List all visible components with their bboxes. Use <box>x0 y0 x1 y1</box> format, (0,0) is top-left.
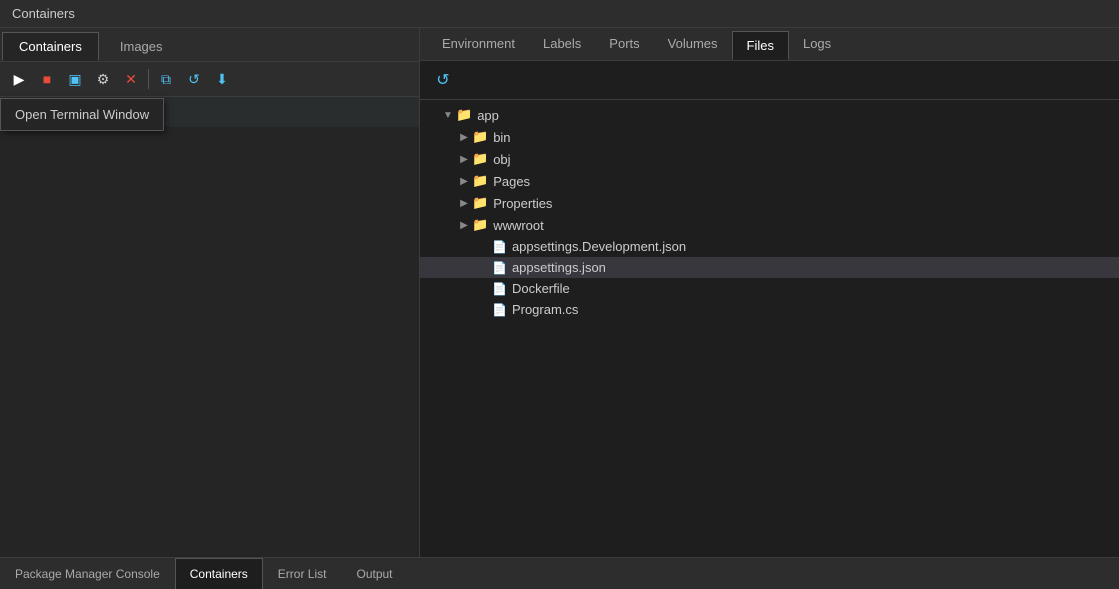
tree-item-wwwroot[interactable]: ▶ 📁 wwwroot <box>420 214 1119 236</box>
tree-item-obj[interactable]: ▶ 📁 obj <box>420 148 1119 170</box>
label-properties: Properties <box>493 196 552 211</box>
tooltip-popup: Open Terminal Window <box>0 98 164 131</box>
folder-icon-pages: 📁 <box>472 173 488 189</box>
arrow-bin: ▶ <box>456 132 472 143</box>
label-app: app <box>477 108 499 123</box>
folder-icon-bin: 📁 <box>472 129 488 145</box>
tree-item-dockerfile[interactable]: 📄 Dockerfile <box>420 278 1119 299</box>
title-bar: Containers <box>0 0 1119 28</box>
pull-button[interactable]: ⬇ <box>209 66 235 92</box>
file-tree: ▼ 📁 app ▶ 📁 bin ▶ 📁 obj <box>420 100 1119 557</box>
tab-ports[interactable]: Ports <box>595 30 653 59</box>
file-icon-dockerfile: 📄 <box>492 282 507 296</box>
label-programcs: Program.cs <box>512 302 578 317</box>
tree-item-bin[interactable]: ▶ 📁 bin <box>420 126 1119 148</box>
tree-item-app[interactable]: ▼ 📁 app <box>420 104 1119 126</box>
tooltip-text: Open Terminal Window <box>15 107 149 122</box>
bottom-tab-output[interactable]: Output <box>341 558 407 589</box>
arrow-properties: ▶ <box>456 198 472 209</box>
refresh-container-button[interactable]: ↺ <box>181 66 207 92</box>
file-icon-appsettings-dev: 📄 <box>492 240 507 254</box>
right-panel: Environment Labels Ports Volumes Files L… <box>420 28 1119 557</box>
arrow-wwwroot: ▶ <box>456 220 472 231</box>
tab-images[interactable]: Images <box>103 32 180 61</box>
tree-item-pages[interactable]: ▶ 📁 Pages <box>420 170 1119 192</box>
tree-item-appsettings-dev[interactable]: 📄 appsettings.Development.json <box>420 236 1119 257</box>
tab-containers[interactable]: Containers <box>2 32 99 61</box>
label-dockerfile: Dockerfile <box>512 281 570 296</box>
label-obj: obj <box>493 152 510 167</box>
arrow-pages: ▶ <box>456 176 472 187</box>
label-pages: Pages <box>493 174 530 189</box>
left-tab-bar: Containers Images <box>0 28 419 62</box>
folder-icon-wwwroot: 📁 <box>472 217 488 233</box>
file-icon-appsettings: 📄 <box>492 261 507 275</box>
left-panel: Containers Images ▶ ■ ▣ ⚙ ✕ ⧉ ↺ ⬇ Open T… <box>0 28 420 557</box>
tab-files[interactable]: Files <box>732 31 789 60</box>
copy-button[interactable]: ⧉ <box>153 66 179 92</box>
tab-environment[interactable]: Environment <box>428 30 529 59</box>
bottom-tab-bar: Package Manager Console Containers Error… <box>0 557 1119 589</box>
label-bin: bin <box>493 130 510 145</box>
bottom-tab-error-list[interactable]: Error List <box>263 558 342 589</box>
tab-volumes[interactable]: Volumes <box>654 30 732 59</box>
toolbar-separator <box>148 69 149 89</box>
bottom-tab-package-manager[interactable]: Package Manager Console <box>0 558 175 589</box>
folder-icon-obj: 📁 <box>472 151 488 167</box>
tree-item-programcs[interactable]: 📄 Program.cs <box>420 299 1119 320</box>
left-toolbar: ▶ ■ ▣ ⚙ ✕ ⧉ ↺ ⬇ <box>0 62 419 97</box>
folder-icon-app: 📁 <box>456 107 472 123</box>
bottom-tab-containers[interactable]: Containers <box>175 558 263 589</box>
label-wwwroot: wwwroot <box>493 218 544 233</box>
arrow-obj: ▶ <box>456 154 472 165</box>
app-container: Containers Containers Images ▶ ■ ▣ ⚙ ✕ ⧉… <box>0 0 1119 589</box>
tab-labels[interactable]: Labels <box>529 30 595 59</box>
file-icon-programcs: 📄 <box>492 303 507 317</box>
label-appsettings: appsettings.json <box>512 260 606 275</box>
right-toolbar: ↺ <box>420 61 1119 100</box>
right-tab-bar: Environment Labels Ports Volumes Files L… <box>420 28 1119 61</box>
file-tree-refresh-button[interactable]: ↺ <box>430 67 456 93</box>
title-label: Containers <box>12 6 75 21</box>
tree-item-properties[interactable]: ▶ 📁 Properties <box>420 192 1119 214</box>
close-button[interactable]: ✕ <box>118 66 144 92</box>
tab-logs[interactable]: Logs <box>789 30 845 59</box>
folder-icon-properties: 📁 <box>472 195 488 211</box>
settings-button[interactable]: ⚙ <box>90 66 116 92</box>
play-button[interactable]: ▶ <box>6 66 32 92</box>
label-appsettings-dev: appsettings.Development.json <box>512 239 686 254</box>
arrow-app: ▼ <box>440 110 456 121</box>
stop-button[interactable]: ■ <box>34 66 60 92</box>
main-area: Containers Images ▶ ■ ▣ ⚙ ✕ ⧉ ↺ ⬇ Open T… <box>0 28 1119 557</box>
tree-item-appsettings[interactable]: 📄 appsettings.json <box>420 257 1119 278</box>
container-list: WebApplication3 <box>0 97 419 557</box>
terminal-button[interactable]: ▣ <box>62 66 88 92</box>
